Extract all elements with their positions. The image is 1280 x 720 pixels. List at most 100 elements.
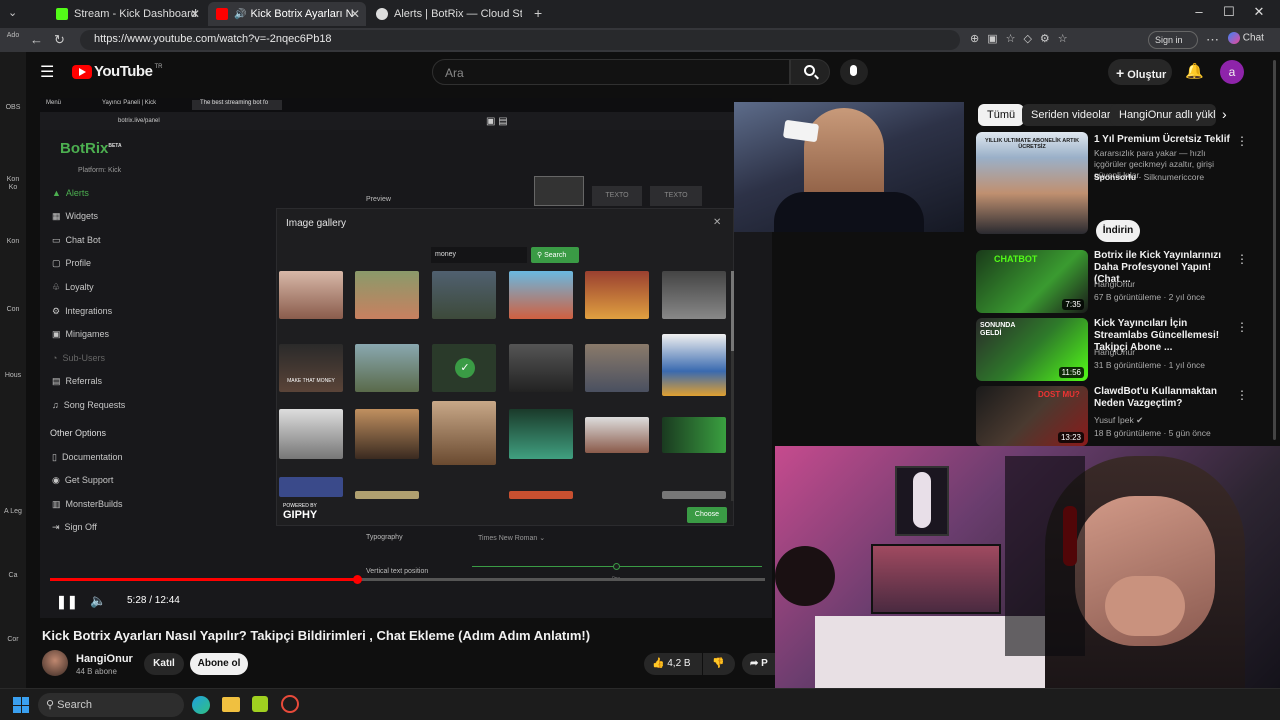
search-button[interactable] (790, 59, 830, 85)
new-tab-button[interactable]: + (534, 5, 542, 21)
desktop-icon[interactable]: Cor (4, 636, 22, 644)
copilot-chat-button[interactable]: Chat (1228, 32, 1264, 44)
create-button[interactable]: + Oluştur (1108, 59, 1172, 85)
rec-sponsored: Sponsorlu · Silknumericcore (1094, 172, 1205, 182)
time-display: 5:28 / 12:44 (127, 595, 180, 606)
recommendation-video[interactable]: CHATBOT 7:35 Botrix ile Kick Yayınlarını… (976, 250, 1266, 313)
inner-tab: The best streaming bot fo (192, 100, 282, 110)
close-window-button[interactable]: ✕ (1244, 4, 1274, 20)
more-menu-icon[interactable]: ⋯ (1206, 32, 1219, 48)
video-frame-botrix-panel: Menü Yayıncı Paneli | Kick The best stre… (40, 98, 772, 618)
video-thumbnail: SONUNDA GELDİ 11:56 (976, 318, 1088, 381)
account-avatar[interactable]: a (1220, 60, 1244, 84)
speaker-icon[interactable]: 🔊 (234, 9, 246, 20)
url-field[interactable]: https://www.youtube.com/watch?v=-2nqec6P… (80, 30, 960, 50)
more-options-icon[interactable]: ⋮ (1236, 134, 1248, 148)
progress-scrubber[interactable] (353, 575, 362, 584)
install-button[interactable]: İndirin (1096, 220, 1140, 242)
chip-all[interactable]: Tümü (978, 104, 1025, 126)
preview-image-box (534, 176, 584, 206)
sign-in-button[interactable]: Sign in (1148, 31, 1198, 49)
channel-name[interactable]: HangiOnur (76, 653, 133, 665)
extensions-icons[interactable]: ⊕▣☆◇⚙☆ (970, 32, 1076, 45)
share-button[interactable]: ➦ P (742, 653, 775, 675)
video-player[interactable]: Menü Yayıncı Paneli | Kick The best stre… (40, 98, 772, 618)
desktop-icon[interactable]: Kon Ko (4, 176, 22, 192)
chip-uploads[interactable]: HangiOnur adlı yükle (1110, 104, 1216, 126)
desktop-icon[interactable]: Con (4, 306, 22, 314)
thumbs-up-icon: 👍 (652, 658, 665, 669)
gallery-search-field: money (431, 247, 527, 263)
tab-label: Alerts | BotRix — Cloud Streaming (394, 8, 522, 20)
pause-icon[interactable]: ❚❚ (56, 594, 78, 610)
recommendation-video[interactable]: SONUNDA GELDİ 11:56 Kick Yayıncıları İçi… (976, 318, 1266, 381)
gif-thumbnail (355, 491, 419, 499)
tab-list-icon[interactable]: ⌄ (8, 6, 17, 19)
video-thumbnail: CHATBOT 7:35 (976, 250, 1088, 313)
avatar-letter: a (1228, 65, 1236, 79)
close-icon[interactable]: ✕ (350, 7, 360, 21)
other-item-monsterbuilds: ▥ MonsterBuilds (52, 499, 123, 509)
sidebar-item-loyalty: ♧ Loyalty (52, 282, 94, 292)
gif-thumbnail (662, 417, 726, 453)
page-scrollbar[interactable] (1273, 60, 1276, 440)
windows-start-icon[interactable] (13, 697, 29, 713)
tab-botrix-alerts[interactable]: Alerts | BotRix — Cloud Streaming (368, 2, 530, 26)
gif-thumbnail (432, 271, 496, 319)
app-icon[interactable] (252, 696, 268, 712)
desktop-icon[interactable]: Ca (4, 572, 22, 580)
desktop-icon[interactable]: Kon (4, 238, 22, 246)
rec-meta: 67 B görüntüleme · 2 yıl önce (1094, 292, 1206, 302)
tab-kick-dashboard[interactable]: Stream - Kick Dashboard ✕ (48, 2, 206, 26)
rec-channel: HangiOnur (1094, 279, 1136, 289)
gif-thumbnail (355, 271, 419, 319)
minimize-button[interactable]: – (1184, 4, 1214, 19)
recommendation-ad[interactable]: YILLIK ULTIMATE ABONELİK ARTIK ÜCRETSİZ … (976, 132, 1266, 244)
refresh-icon[interactable]: ↻ (54, 32, 65, 48)
dislike-button[interactable]: 👎 (703, 653, 735, 675)
edge-icon[interactable] (192, 696, 210, 714)
back-icon[interactable]: ← (30, 32, 43, 47)
notifications-bell-icon[interactable]: 🔔 (1185, 62, 1204, 80)
more-options-icon[interactable]: ⋮ (1236, 320, 1248, 334)
chip-series[interactable]: Seriden videolar (1022, 104, 1120, 126)
streamer-webcam-overlay (775, 446, 1280, 690)
chevron-right-icon[interactable]: › (1222, 106, 1227, 122)
sidebar-item-referrals: ▤ Referrals (52, 376, 103, 386)
maximize-button[interactable]: ☐ (1214, 4, 1244, 20)
close-icon[interactable]: ✕ (190, 7, 200, 21)
gif-thumbnail (509, 491, 573, 499)
duration-badge: 7:35 (1062, 299, 1084, 310)
search-placeholder: Ara (445, 66, 464, 80)
youtube-logo[interactable]: YouTube TR (72, 63, 162, 80)
more-options-icon[interactable]: ⋮ (1236, 388, 1248, 402)
subscribe-button[interactable]: Abone ol (190, 653, 248, 675)
sidebar-item-song-requests: ♫ Song Requests (52, 400, 126, 410)
more-options-icon[interactable]: ⋮ (1236, 252, 1248, 266)
hamburger-menu-icon[interactable]: ☰ (40, 62, 54, 82)
channel-avatar[interactable] (42, 650, 68, 676)
inner-tab: Menü (46, 100, 62, 106)
desktop-icon[interactable]: Hous (4, 372, 22, 380)
volume-icon[interactable]: 🔈 (90, 593, 106, 609)
rec-meta: 31 B görüntüleme · 1 yıl önce (1094, 360, 1206, 370)
desktop-icon[interactable]: Ado (4, 32, 22, 40)
preview-label: Preview (366, 196, 391, 203)
region-label: TR (154, 63, 163, 70)
search-input[interactable]: Ara (432, 59, 790, 85)
app-icon[interactable] (281, 695, 299, 713)
youtube-icon (216, 8, 228, 20)
like-button[interactable]: 👍 4,2 B (644, 653, 702, 675)
taskbar-search[interactable]: ⚲ Search (38, 693, 184, 717)
join-button[interactable]: Katıl (144, 653, 184, 675)
voice-search-button[interactable] (840, 59, 868, 85)
tab-youtube[interactable]: 🔊 Kick Botrix Ayarları Nasıl Yapıl ✕ (208, 2, 366, 26)
desktop-icon[interactable]: OBS (4, 104, 22, 112)
webcam-overlay-in-video (734, 102, 964, 232)
gif-thumbnail (509, 271, 573, 319)
modal-title: Image gallery (286, 218, 347, 229)
file-explorer-icon[interactable] (222, 697, 240, 712)
sidebar-item-minigames: ▣ Minigames (52, 329, 110, 339)
recommendation-video[interactable]: DOST MU? 13:23 ClawdBot'u Kullanmaktan N… (976, 386, 1266, 446)
desktop-icon[interactable]: A Leg (4, 508, 22, 516)
